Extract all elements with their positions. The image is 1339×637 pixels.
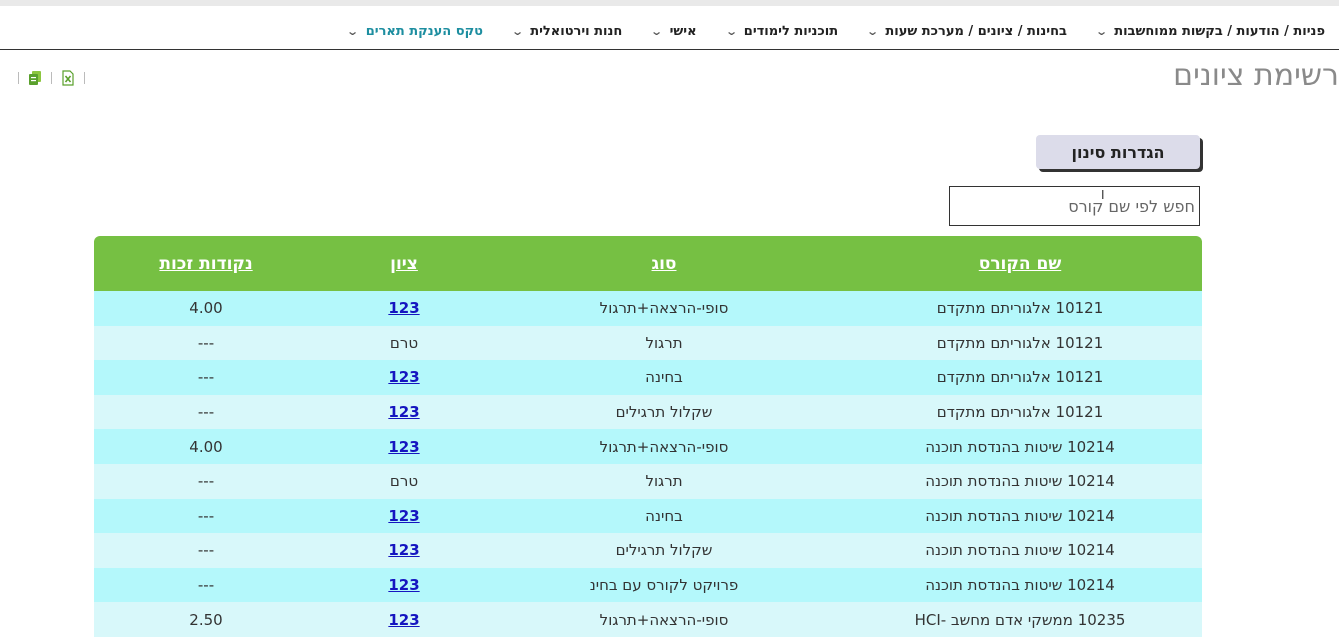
grade-cell: 123 — [318, 576, 490, 594]
export-toolbar — [10, 70, 93, 86]
table-row: 10214 שיטות בהנדסת תוכנה תרגול טרם --- — [94, 463, 1202, 499]
page-title: רשימת ציונים — [1173, 58, 1339, 93]
nav-item-personal[interactable]: אישי ⌄ — [650, 24, 697, 39]
filter-settings-button[interactable]: הגדרות סינון — [1036, 135, 1200, 169]
credits-cell: --- — [197, 506, 215, 525]
chevron-down-icon: ⌄ — [650, 25, 664, 38]
table-header: שם הקורס סוג ציון נקודות זכות — [94, 236, 1202, 291]
table-row: 10121 אלגוריתם מתקדם תרגול טרם --- — [94, 325, 1202, 361]
course-name-cell: 10235 ממשקי אדם מחשב -HCI — [914, 610, 1126, 629]
nav-item-label: אישי — [669, 24, 697, 39]
divider — [18, 72, 19, 84]
type-cell: סופי-הרצאה+תרגול — [599, 299, 729, 318]
course-name-cell: 10214 שיטות בהנדסת תוכנה — [925, 437, 1115, 456]
course-search-input[interactable] — [949, 186, 1200, 226]
grade-link[interactable]: 123 — [388, 576, 419, 594]
table-row: 10235 ממשקי אדם מחשב -HCI סופי-הרצאה+תרגו… — [94, 602, 1202, 637]
chevron-down-icon: ⌄ — [1095, 25, 1109, 38]
type-cell: תרגול — [645, 333, 683, 352]
nav-item-label: תוכניות לימודים — [743, 24, 839, 39]
header-grade[interactable]: ציון — [318, 254, 490, 274]
nav-item-label: טקס הענקת תארים — [365, 24, 483, 39]
grade-link[interactable]: 123 — [388, 403, 419, 421]
chevron-down-icon: ⌄ — [866, 25, 880, 38]
table-body: 10121 אלגוריתם מתקדם סופי-הרצאה+תרגול 123 4… — [94, 291, 1202, 637]
text-cursor-icon: I — [1101, 188, 1105, 202]
nav-item-store[interactable]: חנות וירטואלית ⌄ — [511, 24, 623, 39]
table-row: 10121 אלגוריתם מתקדם בחינה 123 --- — [94, 360, 1202, 395]
grade-cell: 123 — [318, 507, 490, 525]
type-cell: שקלול תרגילים — [615, 403, 713, 422]
nav-item-exams[interactable]: בחינות / ציונים / מערכת שעות ⌄ — [866, 24, 1067, 39]
credits-cell: --- — [197, 368, 215, 387]
grade-cell: 123 — [318, 611, 490, 629]
credits-cell: 2.50 — [189, 610, 223, 629]
table-row: 10214 שיטות בהנדסת תוכנה בחינה 123 --- — [94, 498, 1202, 534]
course-name-cell: 10214 שיטות בהנדסת תוכנה — [925, 576, 1115, 595]
grade-cell: 123 — [318, 368, 490, 386]
course-name-cell: 10121 אלגוריתם מתקדם — [936, 333, 1104, 352]
grades-table: שם הקורס סוג ציון נקודות זכות 10121 אלגו… — [94, 236, 1202, 637]
grade-value: טרם — [389, 333, 419, 352]
chevron-down-icon: ⌄ — [724, 25, 738, 38]
grade-cell: טרם — [318, 472, 490, 490]
credits-cell: --- — [197, 403, 215, 422]
grade-link[interactable]: 123 — [388, 299, 419, 317]
table-row: 10121 אלגוריתם מתקדם סופי-הרצאה+תרגול 123 4… — [94, 291, 1202, 326]
course-name-cell: 10214 שיטות בהנדסת תוכנה — [925, 472, 1115, 491]
type-cell: סופי-הרצאה+תרגול — [599, 610, 729, 629]
header-course-name[interactable]: שם הקורס — [838, 254, 1202, 274]
divider — [84, 72, 85, 84]
grade-link[interactable]: 123 — [388, 368, 419, 386]
grade-link[interactable]: 123 — [388, 541, 419, 559]
grade-link[interactable]: 123 — [388, 507, 419, 525]
nav-item-programs[interactable]: תוכניות לימודים ⌄ — [724, 24, 839, 39]
course-name-cell: 10214 שיטות בהנדסת תוכנה — [925, 541, 1115, 560]
credits-cell: --- — [197, 576, 215, 595]
type-cell: סופי-הרצאה+תרגול — [599, 437, 729, 456]
course-name-cell: 10214 שיטות בהנדסת תוכנה — [925, 506, 1115, 525]
grade-cell: 123 — [318, 438, 490, 456]
chevron-down-icon: ⌄ — [346, 25, 360, 38]
credits-cell: 4.00 — [189, 437, 223, 456]
nav-item-label: פניות / הודעות / בקשות ממוחשבות — [1114, 24, 1325, 39]
table-row: 10214 שיטות בהנדסת תוכנה פרויקט לקורס עם … — [94, 567, 1202, 603]
copy-icon[interactable] — [27, 70, 43, 86]
nav-item-label: חנות וירטואלית — [530, 24, 623, 39]
type-cell: פרויקט לקורס עם בחינ — [589, 576, 739, 595]
excel-icon[interactable] — [60, 70, 76, 86]
table-row: 10214 שיטות בהנדסת תוכנה סופי-הרצאה+תרגול… — [94, 429, 1202, 464]
divider — [51, 72, 52, 84]
nav-item-requests[interactable]: פניות / הודעות / בקשות ממוחשבות ⌄ — [1095, 24, 1325, 39]
credits-cell: --- — [197, 472, 215, 491]
credits-cell: 4.00 — [189, 299, 223, 318]
table-row: 10121 אלגוריתם מתקדם שקלול תרגילים 123 --- — [94, 394, 1202, 430]
table-row: 10214 שיטות בהנדסת תוכנה שקלול תרגילים 123… — [94, 533, 1202, 568]
header-type[interactable]: סוג — [490, 254, 838, 274]
top-strip — [0, 0, 1339, 6]
type-cell: בחינה — [645, 368, 683, 387]
course-name-cell: 10121 אלגוריתם מתקדם — [936, 299, 1104, 318]
main-nav: פניות / הודעות / בקשות ממוחשבות ⌄ בחינות… — [0, 14, 1339, 50]
grade-link[interactable]: 123 — [388, 611, 419, 629]
nav-item-graduation[interactable]: טקס הענקת תארים ⌄ — [346, 24, 483, 39]
chevron-down-icon: ⌄ — [511, 25, 525, 38]
course-name-cell: 10121 אלגוריתם מתקדם — [936, 368, 1104, 387]
type-cell: תרגול — [645, 472, 683, 491]
grade-value: טרם — [389, 472, 419, 491]
header-credits[interactable]: נקודות זכות — [94, 254, 318, 274]
grade-cell: טרם — [318, 334, 490, 352]
grade-cell: 123 — [318, 403, 490, 421]
type-cell: שקלול תרגילים — [615, 541, 713, 560]
grade-cell: 123 — [318, 541, 490, 559]
type-cell: בחינה — [645, 506, 683, 525]
credits-cell: --- — [197, 541, 215, 560]
nav-item-label: בחינות / ציונים / מערכת שעות — [885, 24, 1067, 39]
course-name-cell: 10121 אלגוריתם מתקדם — [936, 403, 1104, 422]
credits-cell: --- — [197, 333, 215, 352]
grade-cell: 123 — [318, 299, 490, 317]
grade-link[interactable]: 123 — [388, 438, 419, 456]
